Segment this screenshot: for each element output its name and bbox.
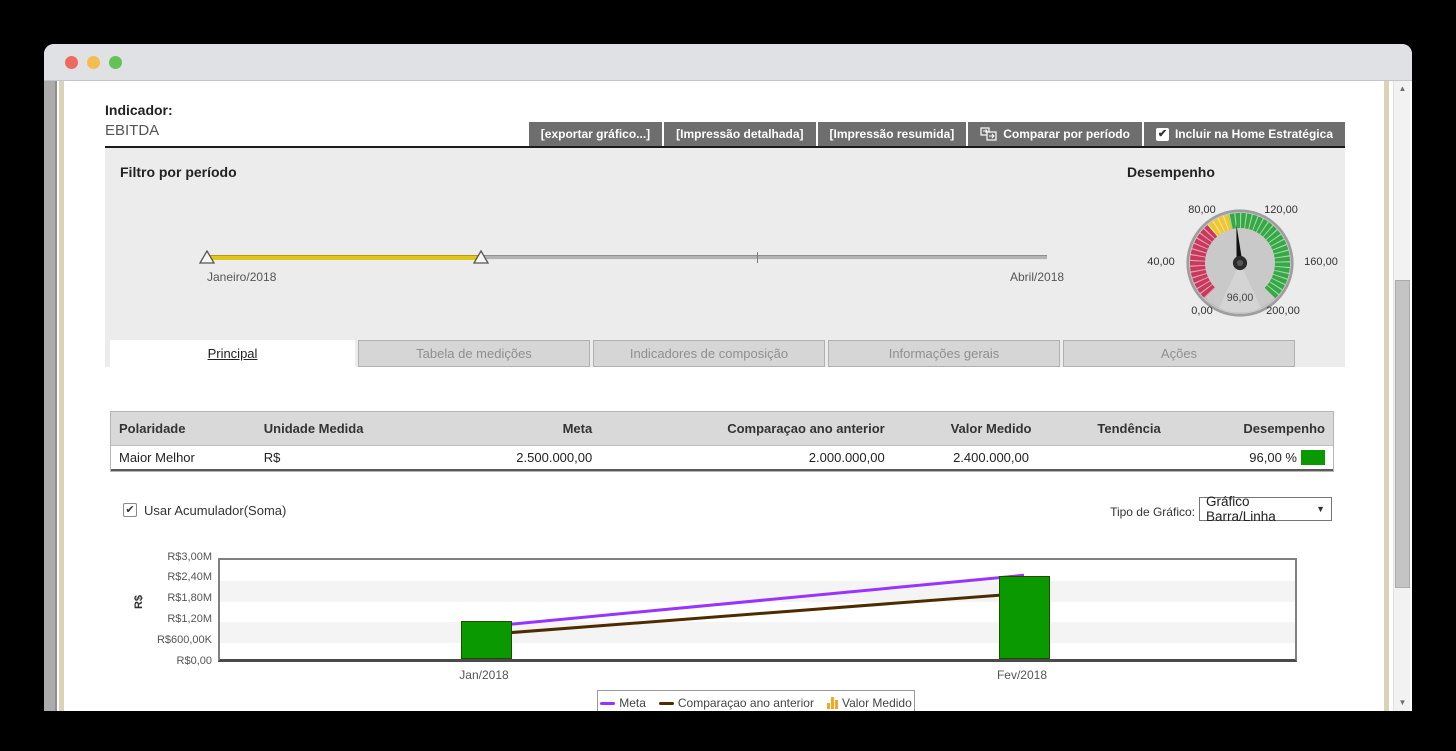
y-tick-600k: R$600,00K (140, 634, 212, 646)
gauge-tick-120: 120,00 (1264, 204, 1298, 216)
window-titlebar (44, 44, 1412, 81)
include-home-toggle[interactable]: ✔ Incluir na Home Estratégica (1144, 122, 1345, 146)
tab-principal[interactable]: Principal (110, 340, 355, 367)
chart-type-label: Tipo de Gráfico: (1105, 505, 1195, 519)
window-minimize-button[interactable] (87, 56, 100, 69)
y-axis-title: R$ (133, 595, 145, 609)
indicator-label: Indicador: (105, 102, 173, 118)
cell-polaridade: Maior Melhor (111, 450, 256, 465)
gauge-tick-200: 200,00 (1266, 305, 1300, 317)
legend-meta-label: Meta (619, 696, 646, 710)
window-zoom-button[interactable] (109, 56, 122, 69)
include-home-label: Incluir na Home Estratégica (1175, 127, 1333, 141)
col-valor-medido: Valor Medido (893, 421, 1090, 436)
cell-valor-medido: 2.400.000,00 (893, 450, 1090, 465)
include-home-checkbox[interactable]: ✔ (1156, 128, 1169, 141)
print-detailed-button[interactable]: [Impressão detalhada] (664, 122, 815, 146)
legend-item-comparacao[interactable]: Comparaçao ano anterior (659, 696, 814, 710)
tab-bar: Principal Tabela de medições Indicadores… (110, 340, 1295, 367)
tab-acoes[interactable]: Ações (1063, 340, 1295, 367)
cell-comparacao: 2.000.000,00 (600, 450, 893, 465)
accumulator-checkbox[interactable]: ✔ (123, 503, 137, 517)
export-chart-button[interactable]: [exportar gráfico...] (529, 122, 662, 146)
y-tick-2-4m: R$2,40M (140, 571, 212, 583)
col-unidade-medida: Unidade Medida (256, 421, 431, 436)
cell-meta: 2.500.000,00 (430, 450, 600, 465)
page-left-border (59, 81, 64, 711)
compare-period-button[interactable]: Comparar por período (968, 122, 1142, 146)
comparacao-line-swatch (659, 702, 674, 705)
gauge-value: 96,00 (1227, 292, 1254, 304)
gauge-needle-cap (1237, 260, 1243, 266)
y-tick-3m: R$3,00M (140, 551, 212, 563)
scroll-up-icon[interactable]: ▲ (1394, 81, 1411, 97)
x-tick-jan: Jan/2018 (444, 668, 524, 682)
y-tick-0: R$0,00 (140, 655, 212, 667)
cell-desempenho: 96,00 % (1189, 450, 1333, 465)
period-slider-start-handle[interactable] (199, 250, 215, 264)
gauge-tick-160: 160,00 (1304, 256, 1338, 268)
indicator-summary-table: Polaridade Unidade Medida Meta Comparaça… (110, 411, 1334, 472)
col-meta: Meta (430, 421, 600, 436)
bar-chart-icon (827, 697, 838, 709)
scrollbar-thumb[interactable] (1395, 280, 1410, 588)
chart-plot-area (218, 558, 1297, 662)
tab-indicadores-de-composicao[interactable]: Indicadores de composição (593, 340, 825, 367)
period-start-label: Janeiro/2018 (207, 270, 276, 284)
compare-windows-icon (980, 127, 997, 141)
gauge-title: Desempenho (1127, 164, 1215, 180)
cell-unidade-medida: R$ (256, 450, 431, 465)
valor-medido-bar-jan[interactable] (461, 621, 512, 659)
valor-medido-bar-fev[interactable] (999, 576, 1050, 659)
filter-title: Filtro por período (120, 164, 237, 180)
gauge-tick-80: 80,00 (1188, 204, 1216, 216)
period-slider-tick (757, 252, 758, 263)
col-desempenho: Desempenho (1189, 421, 1333, 436)
indicator-name: EBITDA (105, 122, 159, 139)
browser-window: Indicador: EBITDA [exportar gráfico...] … (44, 44, 1412, 711)
compare-period-label: Comparar por período (1003, 127, 1130, 141)
chevron-down-icon: ▼ (1316, 504, 1325, 514)
chart-legend: Meta Comparaçao ano anterior Valor Medid… (597, 690, 915, 711)
print-summary-label: [Impressão resumida] (830, 127, 955, 141)
meta-line-swatch (600, 702, 615, 705)
performance-value: 96,00 % (1249, 450, 1297, 465)
tab-tabela-de-medicoes[interactable]: Tabela de medições (358, 340, 590, 367)
gauge-tick-0: 0,00 (1191, 305, 1212, 317)
performance-status-chip (1301, 450, 1325, 465)
desktop-background: Indicador: EBITDA [exportar gráfico...] … (0, 0, 1456, 751)
scroll-down-icon[interactable]: ▼ (1394, 695, 1411, 711)
table-header-row: Polaridade Unidade Medida Meta Comparaça… (111, 412, 1333, 446)
col-polaridade: Polaridade (111, 421, 256, 436)
page-left-edge (44, 81, 57, 711)
vertical-scrollbar[interactable]: ▲ ▼ (1393, 81, 1410, 711)
x-tick-fev: Fev/2018 (982, 668, 1062, 682)
gauge-tick-40: 40,00 (1147, 256, 1175, 268)
period-end-label: Abril/2018 (1010, 270, 1064, 284)
legend-comparacao-label: Comparaçao ano anterior (678, 696, 814, 710)
legend-item-valor-medido[interactable]: Valor Medido (827, 696, 912, 710)
table-row: Maior Melhor R$ 2.500.000,00 2.000.000,0… (111, 446, 1333, 471)
legend-item-meta[interactable]: Meta (600, 696, 646, 710)
print-detailed-label: [Impressão detalhada] (676, 127, 803, 141)
chart-lines-layer (220, 560, 1295, 659)
toolbar: [exportar gráfico...] [Impressão detalha… (605, 122, 1345, 146)
y-tick-1-8m: R$1,80M (140, 592, 212, 604)
chart-type-selected-value: Gráfico Barra/Linha (1206, 494, 1316, 524)
chart-type-select[interactable]: Gráfico Barra/Linha ▼ (1199, 497, 1332, 521)
legend-valor-medido-label: Valor Medido (842, 696, 912, 710)
window-close-button[interactable] (65, 56, 78, 69)
export-chart-label: [exportar gráfico...] (541, 127, 650, 141)
period-slider-selected-range (207, 255, 481, 260)
y-tick-1-2m: R$1,20M (140, 613, 212, 625)
tab-informacoes-gerais[interactable]: Informações gerais (828, 340, 1060, 367)
page-right-border (1384, 81, 1389, 711)
col-tendencia: Tendência (1089, 421, 1189, 436)
print-summary-button[interactable]: [Impressão resumida] (818, 122, 967, 146)
period-slider-end-handle[interactable] (473, 250, 489, 264)
col-comparacao: Comparaçao ano anterior (600, 421, 893, 436)
accumulator-label: Usar Acumulador(Soma) (144, 503, 286, 518)
